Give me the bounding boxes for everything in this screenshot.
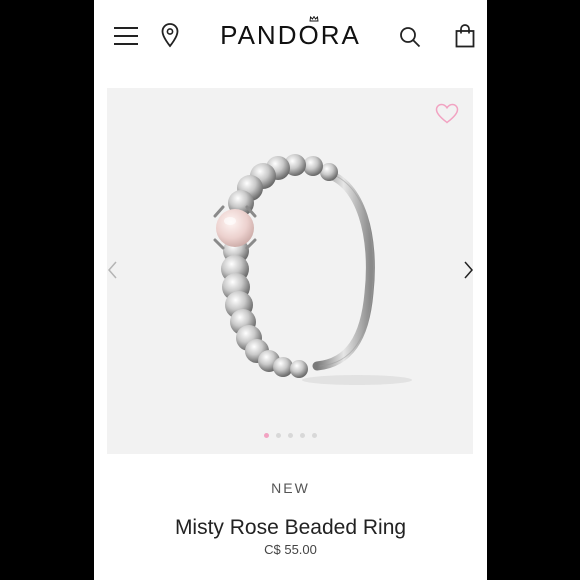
- search-icon[interactable]: [399, 26, 421, 48]
- new-badge: NEW: [271, 480, 310, 496]
- site-header: PANDORA: [94, 0, 487, 72]
- carousel-dot[interactable]: [263, 433, 269, 438]
- carousel-dot[interactable]: [299, 433, 305, 438]
- previous-image-arrow-icon[interactable]: [107, 260, 119, 280]
- bead-chain: [221, 154, 338, 378]
- brand-logo[interactable]: PANDORA: [94, 20, 487, 51]
- product-price: C$ 55.00: [264, 542, 317, 557]
- carousel-pagination: [107, 433, 473, 438]
- shopping-bag-icon[interactable]: [455, 24, 475, 48]
- next-image-arrow-icon[interactable]: [462, 260, 474, 280]
- carousel-dot[interactable]: [275, 433, 281, 438]
- heart-icon[interactable]: [435, 103, 459, 124]
- carousel-dot[interactable]: [287, 433, 293, 438]
- mobile-page: PANDORA NEW Misty Rose Beaded Ring C$ 55…: [94, 0, 487, 580]
- product-image-gallery[interactable]: [107, 88, 473, 454]
- carousel-dot[interactable]: [311, 433, 317, 438]
- product-image: [213, 154, 412, 385]
- product-title: Misty Rose Beaded Ring: [174, 516, 407, 539]
